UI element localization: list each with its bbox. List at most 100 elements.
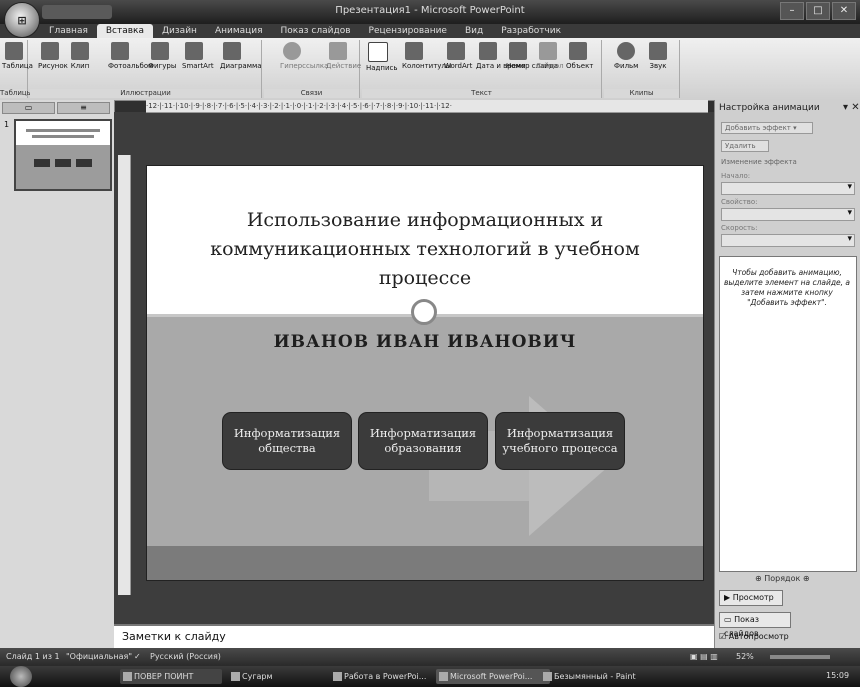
pane-close-icon[interactable]: ▾ ✕ [843, 102, 860, 113]
autopreview-label: Автопросмотр [728, 632, 789, 641]
slides-panel: ▭ ≡ 1 [0, 100, 115, 648]
group-label: Иллюстрации [30, 89, 261, 98]
preview-button[interactable]: ▶ Просмотр [719, 590, 783, 606]
box-education[interactable]: Информатизация образования [359, 413, 487, 469]
textbox-icon [368, 42, 388, 62]
shapes-button[interactable]: Фигуры [148, 42, 176, 70]
calendar-icon [479, 42, 497, 60]
date-time-button[interactable]: Дата и время [476, 42, 526, 70]
task-item[interactable]: ПОВЕР ПОИНТ [120, 669, 222, 684]
textbox-button[interactable]: Надпись [366, 42, 398, 72]
taskbar: ПОВЕР ПОИНТ Сугарм Работа в PowerPoi... … [0, 666, 860, 687]
reorder-control[interactable]: ⊕ Порядок ⊕ [755, 574, 810, 583]
slides-panel-tabs: ▭ ≡ [2, 102, 110, 114]
group-label: Связи [264, 89, 359, 98]
hyperlink-icon [283, 42, 301, 60]
spellcheck-icon[interactable]: ✓ [134, 652, 141, 661]
ribbon: Таблица Таблицы Рисунок Клип Фотоальбом … [0, 38, 860, 106]
close-icon[interactable]: ✕ [832, 2, 856, 20]
clock: 15:09 [826, 671, 850, 680]
header-footer-button[interactable]: Колонтитулы [402, 42, 451, 70]
pane-title: Настройка анимации [719, 103, 820, 113]
wordart-button[interactable]: WordArt [444, 42, 472, 70]
group-media: Фильм Звук Клипы мультимедиа [604, 40, 680, 106]
box-society[interactable]: Информатизация общества [223, 413, 351, 469]
theme-name: "Официальная" [66, 652, 133, 661]
quick-access-toolbar[interactable] [42, 5, 112, 19]
add-effect-button[interactable]: Добавить эффект ▾ [721, 122, 813, 134]
table-icon [5, 42, 23, 60]
movie-button[interactable]: Фильм [614, 42, 638, 70]
slide-title[interactable]: Использование информационных и коммуника… [187, 206, 663, 293]
slideshow-button[interactable]: ▭ Показ слайдов [719, 612, 791, 638]
slide-subtitle[interactable]: ИВАНОВ ИВАН ИВАНОВИЧ [187, 332, 663, 352]
slides-tab-icon[interactable]: ▭ [2, 102, 55, 114]
minimize-icon[interactable]: – [780, 2, 804, 20]
maximize-icon[interactable]: □ [806, 2, 830, 20]
hyperlink-button[interactable]: Гиперссылка [280, 42, 328, 70]
window-title: Презентация1 - Microsoft PowerPoint [335, 5, 525, 16]
sound-icon [649, 42, 667, 60]
sound-button[interactable]: Звук [646, 42, 670, 70]
animation-hint: Чтобы добавить анимацию, выделите элемен… [723, 268, 851, 307]
outline-tab-icon[interactable]: ≡ [57, 102, 110, 114]
start-button-icon[interactable] [10, 666, 32, 687]
tab-insert[interactable]: Вставка [96, 24, 154, 38]
task-item[interactable]: Безымянный - Paint [540, 669, 650, 684]
reorder-label: Порядок [764, 574, 801, 583]
tab-view[interactable]: Вид [456, 24, 492, 38]
tab-developer[interactable]: Разработчик [492, 24, 570, 38]
horizontal-ruler: ·12·|·11·|·10·|·9·|·8·|·7·|·6·|·5·|·4·|·… [146, 100, 708, 113]
picture-icon [41, 42, 59, 60]
table-button[interactable]: Таблица [2, 42, 33, 70]
action-button[interactable]: Действие [326, 42, 361, 70]
action-icon [329, 42, 347, 60]
photo-album-icon [111, 42, 129, 60]
clip-icon [71, 42, 89, 60]
wordart-icon [447, 42, 465, 60]
tab-animation[interactable]: Анимация [206, 24, 272, 38]
slide-number-button[interactable]: Номер слайда [506, 42, 558, 70]
autopreview-checkbox[interactable]: ☑ Автопросмотр [719, 632, 789, 641]
photo-album-button[interactable]: Фотоальбом [108, 42, 153, 70]
office-button[interactable]: ⊞ [4, 2, 40, 38]
start-label: Начало: [721, 172, 751, 180]
box-learning-process[interactable]: Информатизация учебного процесса [496, 413, 624, 469]
language[interactable]: Русский (Россия) [150, 652, 221, 661]
picture-button[interactable]: Рисунок [38, 42, 68, 70]
notes-pane[interactable]: Заметки к слайду [114, 624, 714, 648]
slide-info: Слайд 1 из 1 [6, 652, 60, 661]
smartart-icon [185, 42, 203, 60]
object-button[interactable]: Объект [566, 42, 593, 70]
tab-review[interactable]: Рецензирование [360, 24, 456, 38]
task-item[interactable]: Работа в PowerPoi... [330, 669, 444, 684]
window-controls: – □ ✕ [780, 2, 856, 20]
slide-thumbnail[interactable] [14, 119, 112, 191]
property-dropdown[interactable] [721, 208, 855, 221]
tab-design[interactable]: Дизайн [153, 24, 206, 38]
view-buttons[interactable]: ▣ ▤ ▥ [690, 652, 718, 661]
title-bar: Презентация1 - Microsoft PowerPoint – □ … [0, 0, 860, 24]
tab-home[interactable]: Главная [40, 24, 97, 38]
smartart-button[interactable]: SmartArt [182, 42, 214, 70]
start-dropdown[interactable] [721, 182, 855, 195]
task-item[interactable]: Microsoft PowerPoi... [436, 669, 550, 684]
status-bar: Слайд 1 из 1 "Официальная" ✓ Русский (Ро… [0, 648, 860, 666]
group-label: Текст [362, 89, 601, 98]
remove-button[interactable]: Удалить [721, 140, 769, 152]
group-tables: Таблица Таблицы [0, 40, 33, 98]
header-footer-icon [405, 42, 423, 60]
speed-dropdown[interactable] [721, 234, 855, 247]
slide[interactable]: Использование информационных и коммуника… [147, 166, 703, 580]
object-icon [569, 42, 587, 60]
shapes-icon [151, 42, 169, 60]
clip-button[interactable]: Клип [68, 42, 92, 70]
zoom-slider[interactable] [770, 655, 830, 659]
task-item[interactable]: Сугарм [228, 669, 330, 684]
custom-animation-pane: Настройка анимации ▾ ✕ Добавить эффект ▾… [714, 100, 860, 648]
symbol-button[interactable]: Символ [536, 42, 564, 70]
ribbon-tabs: Главная Вставка Дизайн Анимация Показ сл… [0, 24, 860, 38]
tab-slideshow[interactable]: Показ слайдов [272, 24, 360, 38]
chart-button[interactable]: Диаграмма [220, 42, 262, 70]
slide-bottom-strip [147, 546, 703, 580]
